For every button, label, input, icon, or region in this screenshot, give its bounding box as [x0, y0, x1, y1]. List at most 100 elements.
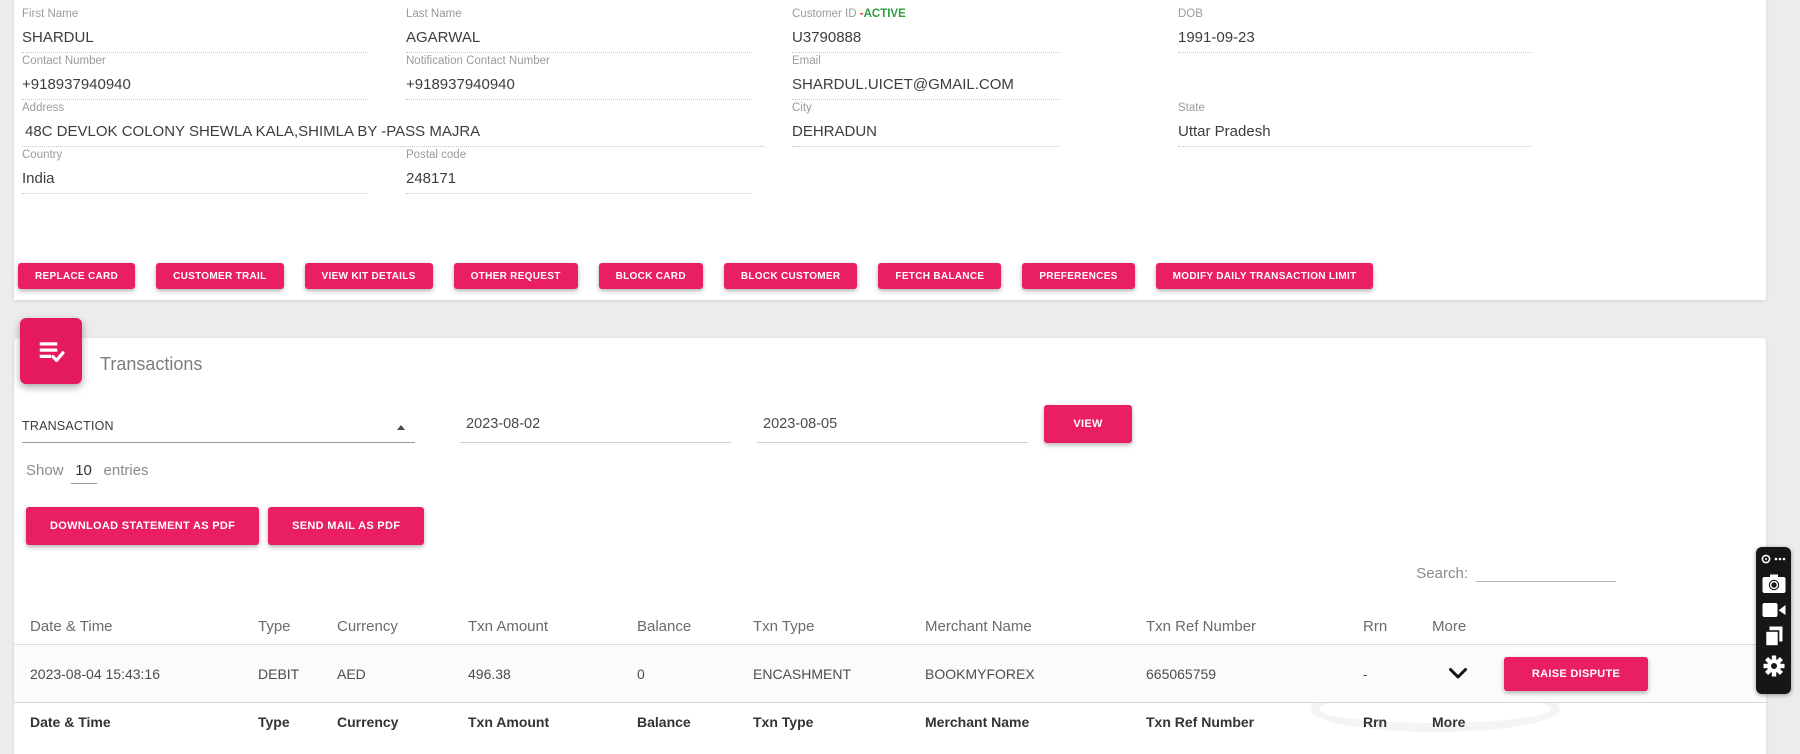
send-mail-pdf-button[interactable]: SEND MAIL AS PDF [268, 507, 424, 545]
export-button-row: DOWNLOAD STATEMENT AS PDF SEND MAIL AS P… [26, 507, 424, 545]
footer-column-label: Type [258, 714, 337, 730]
field-first-name: First Name SHARDUL [22, 8, 368, 53]
column-header[interactable]: Date & Time [30, 618, 258, 635]
replace-card-button[interactable]: REPLACE CARD [18, 263, 135, 289]
field-value: +918937940940 [22, 76, 368, 93]
field-value: 48C DEVLOK COLONY SHEWLA KALA,SHIMLA BY … [22, 123, 765, 140]
table-row: 2023-08-04 15:43:16 DEBIT AED 496.38 0 E… [14, 645, 1766, 703]
field-notification-contact-number: Notification Contact Number +91893794094… [406, 55, 752, 100]
cell-date-time: 2023-08-04 15:43:16 [30, 666, 258, 682]
table-search: Search: [1416, 560, 1616, 582]
footer-column-label: Txn Amount [468, 714, 637, 730]
entries-count-select[interactable]: 10 [71, 462, 97, 484]
footer-column-label: More [1432, 714, 1766, 730]
cell-rrn: - [1363, 666, 1432, 682]
field-label: Address [22, 102, 765, 115]
field-label: Customer ID -ACTIVE [792, 8, 1060, 21]
column-header[interactable]: Balance [637, 618, 753, 635]
cell-txn-type: ENCASHMENT [753, 666, 925, 682]
field-value: SHARDUL [22, 29, 368, 46]
cell-merchant-name: BOOKMYFOREX [925, 666, 1146, 682]
field-value: 1991-09-23 [1178, 29, 1532, 46]
field-contact-number: Contact Number +918937940940 [22, 55, 368, 100]
column-header[interactable]: Txn Type [753, 618, 925, 635]
video-camera-icon[interactable] [1762, 602, 1786, 618]
column-header[interactable]: Txn Amount [468, 618, 637, 635]
status-badge: ACTIVE [864, 8, 906, 20]
customer-profile-card: First Name SHARDUL Last Name AGARWAL Cus… [14, 0, 1766, 300]
transactions-card: Transactions TRANSACTION 2023-08-02 2023… [14, 338, 1766, 754]
field-value: U3790888 [792, 29, 1060, 46]
footer-column-label: Txn Type [753, 714, 925, 730]
column-header[interactable]: Txn Ref Number [1146, 618, 1363, 635]
field-value: SHARDUL.UICET@GMAIL.COM [792, 76, 1060, 93]
fetch-balance-button[interactable]: FETCH BALANCE [878, 263, 1001, 289]
raise-dispute-button[interactable]: RAISE DISPUTE [1504, 657, 1648, 691]
from-date-input[interactable]: 2023-08-02 [460, 416, 731, 443]
column-header[interactable]: More [1432, 618, 1766, 635]
expand-row-chevron-down-icon[interactable] [1448, 667, 1468, 680]
field-label: First Name [22, 8, 368, 21]
column-header[interactable]: Currency [337, 618, 468, 635]
table-footer-row: Date & Time Type Currency Txn Amount Bal… [14, 703, 1766, 749]
field-label: Email [792, 55, 1060, 68]
footer-column-label: Merchant Name [925, 714, 1146, 730]
field-city: City DEHRADUN [792, 102, 1060, 147]
show-entries-control: Show10entries [26, 462, 149, 484]
select-caret-icon [397, 425, 405, 430]
footer-column-label: Date & Time [30, 714, 258, 730]
profile-action-row: REPLACE CARD CUSTOMER TRAIL VIEW KIT DET… [18, 263, 1373, 289]
search-input[interactable] [1476, 560, 1616, 582]
footer-column-label: Currency [337, 714, 468, 730]
field-last-name: Last Name AGARWAL [406, 8, 752, 53]
camera-icon[interactable] [1762, 574, 1786, 594]
customer-trail-button[interactable]: CUSTOMER TRAIL [156, 263, 283, 289]
field-value: DEHRADUN [792, 123, 1060, 140]
block-customer-button[interactable]: BLOCK CUSTOMER [724, 263, 858, 289]
column-header[interactable]: Merchant Name [925, 618, 1146, 635]
show-entries-prefix: Show [26, 462, 64, 479]
footer-column-label: Txn Ref Number [1146, 714, 1363, 730]
footer-column-label: Rrn [1363, 714, 1432, 730]
transactions-list-check-icon [20, 318, 82, 384]
field-customer-id: Customer ID -ACTIVE U3790888 [792, 8, 1060, 53]
preferences-button[interactable]: PREFERENCES [1022, 263, 1134, 289]
column-header[interactable]: Type [258, 618, 337, 635]
field-label: City [792, 102, 1060, 115]
table-header-row: Date & Time Type Currency Txn Amount Bal… [14, 608, 1766, 645]
transaction-type-value: TRANSACTION [22, 419, 114, 433]
gear-icon[interactable] [1763, 655, 1785, 677]
modify-daily-transaction-limit-button[interactable]: MODIFY DAILY TRANSACTION LIMIT [1156, 263, 1374, 289]
block-card-button[interactable]: BLOCK CARD [599, 263, 703, 289]
field-label: Postal code [406, 149, 752, 162]
field-label: Country [22, 149, 368, 162]
cell-more: RAISE DISPUTE [1432, 657, 1766, 691]
field-email: Email SHARDUL.UICET@GMAIL.COM [792, 55, 1060, 100]
download-statement-pdf-button[interactable]: DOWNLOAD STATEMENT AS PDF [26, 507, 259, 545]
more-dots-icon[interactable] [1774, 557, 1786, 561]
field-label: DOB [1178, 8, 1532, 21]
view-button[interactable]: VIEW [1044, 405, 1132, 443]
cell-txn-ref-number: 665065759 [1146, 666, 1363, 682]
field-label: Notification Contact Number [406, 55, 752, 68]
field-value: +918937940940 [406, 76, 752, 93]
extension-logo-icon[interactable] [1761, 554, 1771, 564]
view-kit-details-button[interactable]: VIEW KIT DETAILS [305, 263, 433, 289]
cell-balance: 0 [637, 666, 753, 682]
search-label: Search: [1416, 565, 1468, 582]
field-country: Country India [22, 149, 368, 194]
field-label: Contact Number [22, 55, 368, 68]
to-date-input[interactable]: 2023-08-05 [757, 416, 1028, 443]
field-postal-code: Postal code 248171 [406, 149, 752, 194]
field-label: State [1178, 102, 1532, 115]
transaction-type-select[interactable]: TRANSACTION [22, 419, 415, 443]
copy-pages-icon[interactable] [1764, 626, 1784, 647]
capture-extension-toolbar [1756, 547, 1791, 694]
column-header[interactable]: Rrn [1363, 618, 1432, 635]
field-value: Uttar Pradesh [1178, 123, 1532, 140]
list-check-icon [36, 336, 66, 366]
field-value: AGARWAL [406, 29, 752, 46]
field-value: 248171 [406, 170, 752, 187]
section-title: Transactions [100, 354, 202, 375]
other-request-button[interactable]: OTHER REQUEST [454, 263, 578, 289]
